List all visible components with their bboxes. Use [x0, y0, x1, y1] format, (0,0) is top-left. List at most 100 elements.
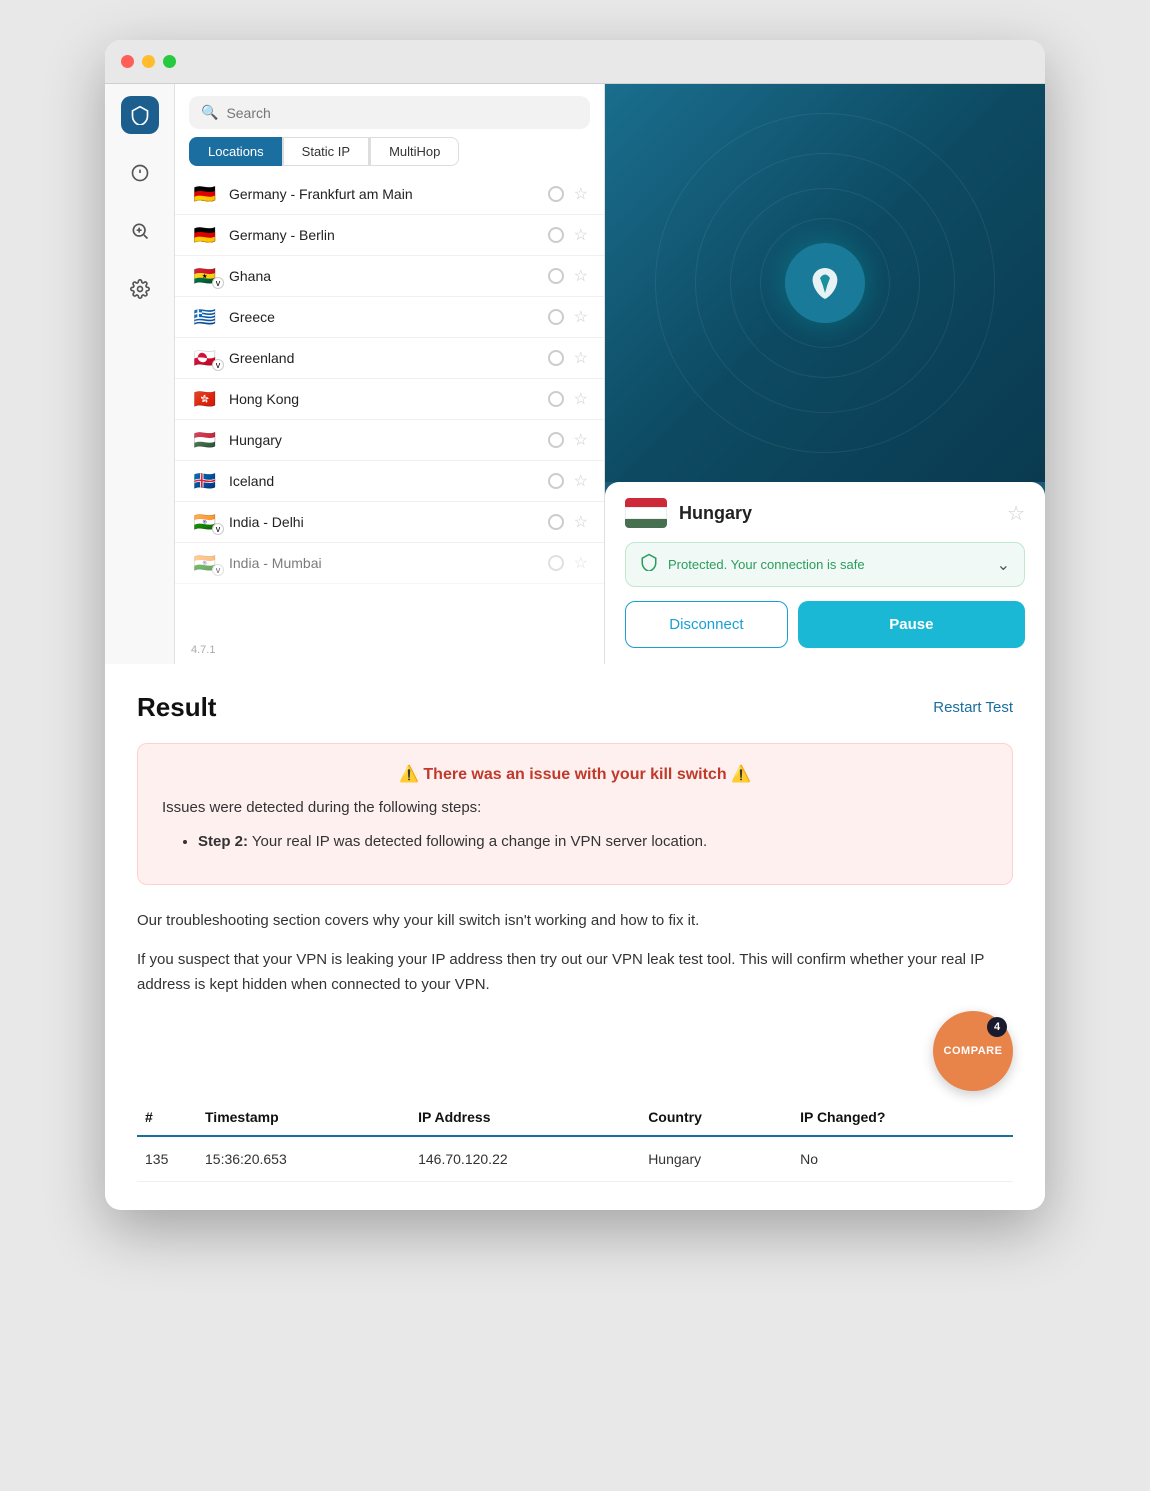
sidebar-icon-alert[interactable] [121, 154, 159, 192]
server-actions: ☆ [548, 266, 588, 286]
compare-label: COMPARE [944, 1045, 1003, 1057]
star-gh[interactable]: ☆ [574, 266, 588, 286]
info-para-2: If you suspect that your VPN is leaking … [137, 948, 1013, 998]
issue-alert: ⚠️ There was an issue with your kill swi… [137, 743, 1013, 885]
issue-title: ⚠️ There was an issue with your kill swi… [162, 764, 988, 784]
tab-static-ip[interactable]: Static IP [283, 137, 369, 166]
cell-ip: 146.70.120.22 [410, 1136, 640, 1182]
server-name-in-mumbai: India - Mumbai [229, 555, 538, 571]
search-input-wrap[interactable]: 🔍 [189, 96, 590, 129]
compare-button[interactable]: 4 COMPARE [933, 1011, 1013, 1091]
tabs-container: Locations Static IP MultiHop [175, 137, 604, 174]
server-name-gh: Ghana [229, 268, 538, 284]
cell-country: Hungary [640, 1136, 792, 1182]
sidebar-icon-search-location[interactable] [121, 212, 159, 250]
server-actions: ☆ [548, 184, 588, 204]
list-item[interactable]: 🇭🇰 Hong Kong ☆ [175, 379, 604, 420]
cell-changed: No [792, 1136, 1013, 1182]
flag-in-delhi: 🇮🇳v [191, 512, 219, 532]
col-header-num: # [137, 1099, 197, 1136]
status-bar[interactable]: Protected. Your connection is safe ⌄ [625, 542, 1025, 587]
radio-in-delhi[interactable] [548, 514, 564, 530]
tab-multihop[interactable]: MultiHop [370, 137, 459, 166]
flag-gr: 🇬🇷 [191, 307, 219, 327]
flag-stripe-red [625, 498, 667, 507]
status-text: Protected. Your connection is safe [668, 557, 987, 572]
list-item[interactable]: 🇭🇺 Hungary ☆ [175, 420, 604, 461]
server-actions: ☆ [548, 553, 588, 573]
vpn-country-name: Hungary [679, 503, 995, 524]
list-item[interactable]: 🇩🇪 Germany - Berlin ☆ [175, 215, 604, 256]
cell-num: 135 [137, 1136, 197, 1182]
disconnect-button[interactable]: Disconnect [625, 601, 788, 648]
compare-fab-container: 4 COMPARE [137, 1011, 1013, 1091]
close-button[interactable] [121, 55, 134, 68]
sidebar-icon-settings[interactable] [121, 270, 159, 308]
maximize-button[interactable] [163, 55, 176, 68]
star-is[interactable]: ☆ [574, 471, 588, 491]
radio-de-berlin[interactable] [548, 227, 564, 243]
radio-gl[interactable] [548, 350, 564, 366]
alert-step-item: Step 2: Your real IP was detected follow… [198, 830, 988, 854]
star-hu[interactable]: ☆ [574, 430, 588, 450]
star-de-frankfurt[interactable]: ☆ [574, 184, 588, 204]
result-section: Result Restart Test ⚠️ There was an issu… [105, 664, 1045, 1210]
star-hk[interactable]: ☆ [574, 389, 588, 409]
flag-de-frankfurt: 🇩🇪 [191, 184, 219, 204]
tab-locations[interactable]: Locations [189, 137, 282, 166]
flag-stripe-green [625, 519, 667, 528]
minimize-button[interactable] [142, 55, 155, 68]
search-bar: 🔍 [175, 84, 604, 137]
list-item[interactable]: 🇮🇸 Iceland ☆ [175, 461, 604, 502]
star-gr[interactable]: ☆ [574, 307, 588, 327]
radio-in-mumbai[interactable] [548, 555, 564, 571]
issue-body: Issues were detected during the followin… [162, 796, 988, 854]
server-name-in-delhi: India - Delhi [229, 514, 538, 530]
radio-hk[interactable] [548, 391, 564, 407]
server-list[interactable]: 🇩🇪 Germany - Frankfurt am Main ☆ 🇩🇪 Germ… [175, 174, 604, 636]
step-label: Step 2: [198, 833, 248, 850]
result-title: Result [137, 692, 216, 723]
vpn-orb [605, 84, 1045, 482]
list-item[interactable]: 🇬🇷 Greece ☆ [175, 297, 604, 338]
server-actions: ☆ [548, 225, 588, 245]
radio-gr[interactable] [548, 309, 564, 325]
list-item[interactable]: 🇮🇳v India - Delhi ☆ [175, 502, 604, 543]
flag-gl: 🇬🇱v [191, 348, 219, 368]
list-item[interactable]: 🇩🇪 Germany - Frankfurt am Main ☆ [175, 174, 604, 215]
list-item[interactable]: 🇬🇭v Ghana ☆ [175, 256, 604, 297]
radio-hu[interactable] [548, 432, 564, 448]
chevron-down-icon[interactable]: ⌄ [997, 555, 1010, 575]
sidebar-icon-shield[interactable] [121, 96, 159, 134]
restart-test-link[interactable]: Restart Test [933, 699, 1013, 716]
star-in-mumbai[interactable]: ☆ [574, 553, 588, 573]
search-input[interactable] [226, 105, 578, 121]
star-gl[interactable]: ☆ [574, 348, 588, 368]
star-de-berlin[interactable]: ☆ [574, 225, 588, 245]
list-item[interactable]: 🇬🇱v Greenland ☆ [175, 338, 604, 379]
col-header-timestamp: Timestamp [197, 1099, 410, 1136]
compare-badge: 4 [987, 1017, 1007, 1037]
server-actions: ☆ [548, 430, 588, 450]
hungary-flag [625, 498, 667, 528]
version-label: 4.7.1 [175, 636, 604, 664]
list-item[interactable]: 🇮🇳v India - Mumbai ☆ [175, 543, 604, 584]
server-actions: ☆ [548, 348, 588, 368]
vpn-logo-circle [785, 243, 865, 323]
server-actions: ☆ [548, 512, 588, 532]
vpn-info-panel: Hungary ☆ Protected. Your connection is … [605, 482, 1045, 664]
alert-intro: Issues were detected during the followin… [162, 796, 988, 820]
radio-gh[interactable] [548, 268, 564, 284]
step-text: Your real IP was detected following a ch… [252, 833, 707, 850]
search-icon: 🔍 [201, 104, 218, 121]
radio-is[interactable] [548, 473, 564, 489]
pause-button[interactable]: Pause [798, 601, 1025, 648]
sidebar-icons [105, 84, 175, 664]
server-name-de-berlin: Germany - Berlin [229, 227, 538, 243]
table-row: 135 15:36:20.653 146.70.120.22 Hungary N… [137, 1136, 1013, 1182]
cell-timestamp: 15:36:20.653 [197, 1136, 410, 1182]
star-in-delhi[interactable]: ☆ [574, 512, 588, 532]
radio-de-frankfurt[interactable] [548, 186, 564, 202]
vpn-panel: Hungary ☆ Protected. Your connection is … [605, 84, 1045, 664]
favorite-star-icon[interactable]: ☆ [1007, 501, 1025, 526]
